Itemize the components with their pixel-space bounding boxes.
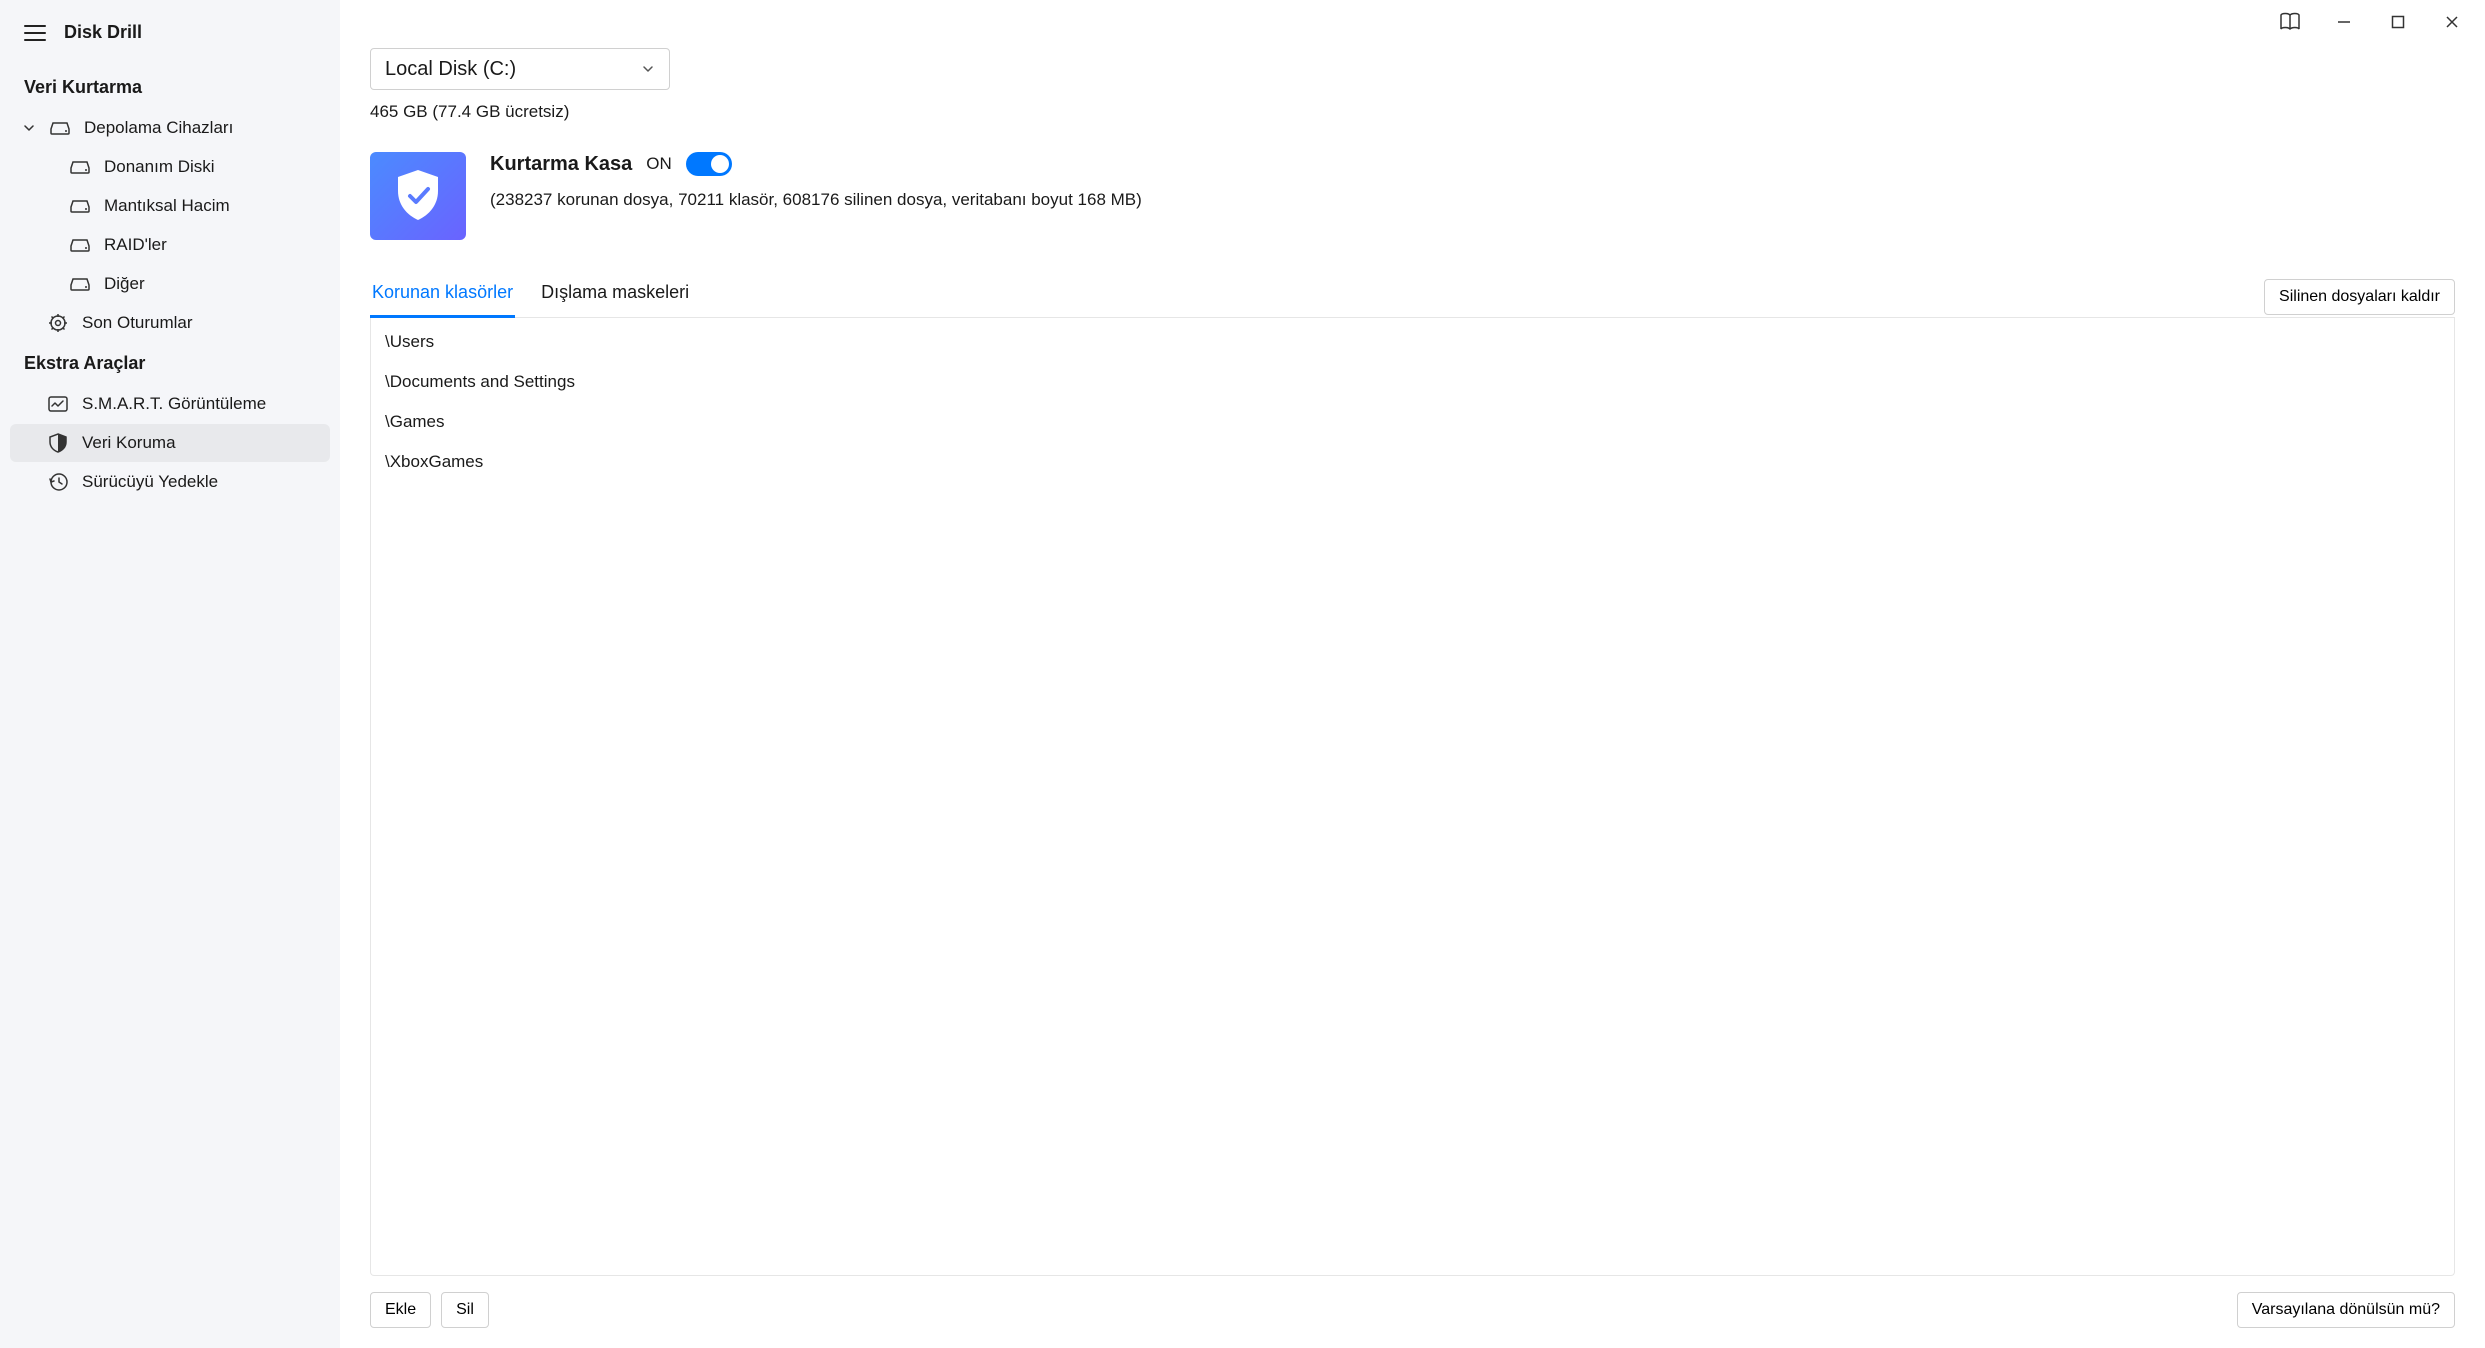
drive-icon bbox=[70, 159, 90, 175]
window-titlebar bbox=[340, 0, 2485, 44]
shield-icon bbox=[48, 433, 68, 453]
sidebar-item-logical-volume[interactable]: Mantıksal Hacim bbox=[10, 187, 330, 225]
list-item[interactable]: \XboxGames bbox=[371, 442, 2454, 482]
content-area: Local Disk (C:) 465 GB (77.4 GB ücretsiz… bbox=[340, 44, 2485, 1348]
chevron-down-icon bbox=[22, 122, 36, 134]
sidebar-item-data-protection[interactable]: Veri Koruma bbox=[10, 424, 330, 462]
vault-on-label: ON bbox=[646, 154, 672, 174]
sidebar-item-smart[interactable]: S.M.A.R.T. Görüntüleme bbox=[10, 385, 330, 423]
drive-icon bbox=[70, 198, 90, 214]
drive-icon bbox=[70, 276, 90, 292]
list-item[interactable]: \Users bbox=[371, 322, 2454, 362]
gear-icon bbox=[48, 313, 68, 333]
list-item[interactable]: \Documents and Settings bbox=[371, 362, 2454, 402]
sidebar-item-label: Diğer bbox=[104, 274, 145, 294]
drive-icon bbox=[50, 120, 70, 136]
reset-default-button[interactable]: Varsayılana dönülsün mü? bbox=[2237, 1292, 2455, 1328]
delete-button[interactable]: Sil bbox=[441, 1292, 489, 1328]
drive-icon bbox=[70, 237, 90, 253]
tab-exclusion-masks[interactable]: Dışlama maskeleri bbox=[539, 276, 691, 317]
tab-protected-folders[interactable]: Korunan klasörler bbox=[370, 276, 515, 317]
chart-icon bbox=[48, 396, 68, 412]
sidebar-item-backup-drive[interactable]: Sürücüyü Yedekle bbox=[10, 463, 330, 501]
add-button[interactable]: Ekle bbox=[370, 1292, 431, 1328]
sidebar-item-recent-sessions[interactable]: Son Oturumlar bbox=[10, 304, 330, 342]
main-panel: Local Disk (C:) 465 GB (77.4 GB ücretsiz… bbox=[340, 0, 2485, 1348]
tabs-row: Korunan klasörler Dışlama maskeleri Sili… bbox=[370, 276, 2455, 318]
vault-toggle[interactable] bbox=[686, 152, 732, 176]
vault-title: Kurtarma Kasa bbox=[490, 153, 632, 176]
sidebar-item-label: Sürücüyü Yedekle bbox=[82, 472, 218, 492]
maximize-icon bbox=[2391, 15, 2405, 29]
sidebar-item-label: Mantıksal Hacim bbox=[104, 196, 230, 216]
section-title-extra: Ekstra Araçlar bbox=[0, 343, 340, 384]
sidebar-item-label: Depolama Cihazları bbox=[84, 118, 233, 138]
recovery-vault-row: Kurtarma Kasa ON (238237 korunan dosya, … bbox=[370, 152, 2455, 240]
list-item[interactable]: \Games bbox=[371, 402, 2454, 442]
sidebar-item-hardware-disk[interactable]: Donanım Diski bbox=[10, 148, 330, 186]
protected-folders-list: \Users \Documents and Settings \Games \X… bbox=[370, 318, 2455, 1276]
disk-select-value: Local Disk (C:) bbox=[385, 58, 516, 81]
sidebar-item-label: RAID'ler bbox=[104, 235, 167, 255]
sidebar-item-label: Veri Koruma bbox=[82, 433, 176, 453]
remove-deleted-files-button[interactable]: Silinen dosyaları kaldır bbox=[2264, 279, 2455, 315]
vault-text-block: Kurtarma Kasa ON (238237 korunan dosya, … bbox=[490, 152, 1142, 210]
minimize-icon bbox=[2337, 15, 2351, 29]
disk-info-text: 465 GB (77.4 GB ücretsiz) bbox=[370, 102, 2455, 122]
hamburger-menu-icon[interactable] bbox=[24, 25, 46, 41]
maximize-button[interactable] bbox=[2375, 4, 2421, 40]
sidebar-item-raid[interactable]: RAID'ler bbox=[10, 226, 330, 264]
sidebar-item-label: Son Oturumlar bbox=[82, 313, 193, 333]
close-icon bbox=[2445, 15, 2459, 29]
book-icon bbox=[2279, 12, 2301, 32]
close-button[interactable] bbox=[2429, 4, 2475, 40]
history-icon bbox=[48, 472, 68, 492]
recovery-vault-icon bbox=[370, 152, 466, 240]
minimize-button[interactable] bbox=[2321, 4, 2367, 40]
vault-stats: (238237 korunan dosya, 70211 klasör, 608… bbox=[490, 190, 1142, 210]
bottom-bar: Ekle Sil Varsayılana dönülsün mü? bbox=[370, 1276, 2455, 1328]
sidebar-item-label: S.M.A.R.T. Görüntüleme bbox=[82, 394, 266, 414]
chevron-down-icon bbox=[641, 62, 655, 76]
sidebar-item-other[interactable]: Diğer bbox=[10, 265, 330, 303]
sidebar: Disk Drill Veri Kurtarma Depolama Cihazl… bbox=[0, 0, 340, 1348]
section-title-recovery: Veri Kurtarma bbox=[0, 67, 340, 108]
sidebar-header: Disk Drill bbox=[0, 14, 340, 67]
app-title: Disk Drill bbox=[64, 22, 142, 43]
disk-select-dropdown[interactable]: Local Disk (C:) bbox=[370, 48, 670, 90]
manual-button[interactable] bbox=[2267, 4, 2313, 40]
sidebar-item-label: Donanım Diski bbox=[104, 157, 215, 177]
sidebar-item-storage-devices[interactable]: Depolama Cihazları bbox=[10, 109, 330, 147]
